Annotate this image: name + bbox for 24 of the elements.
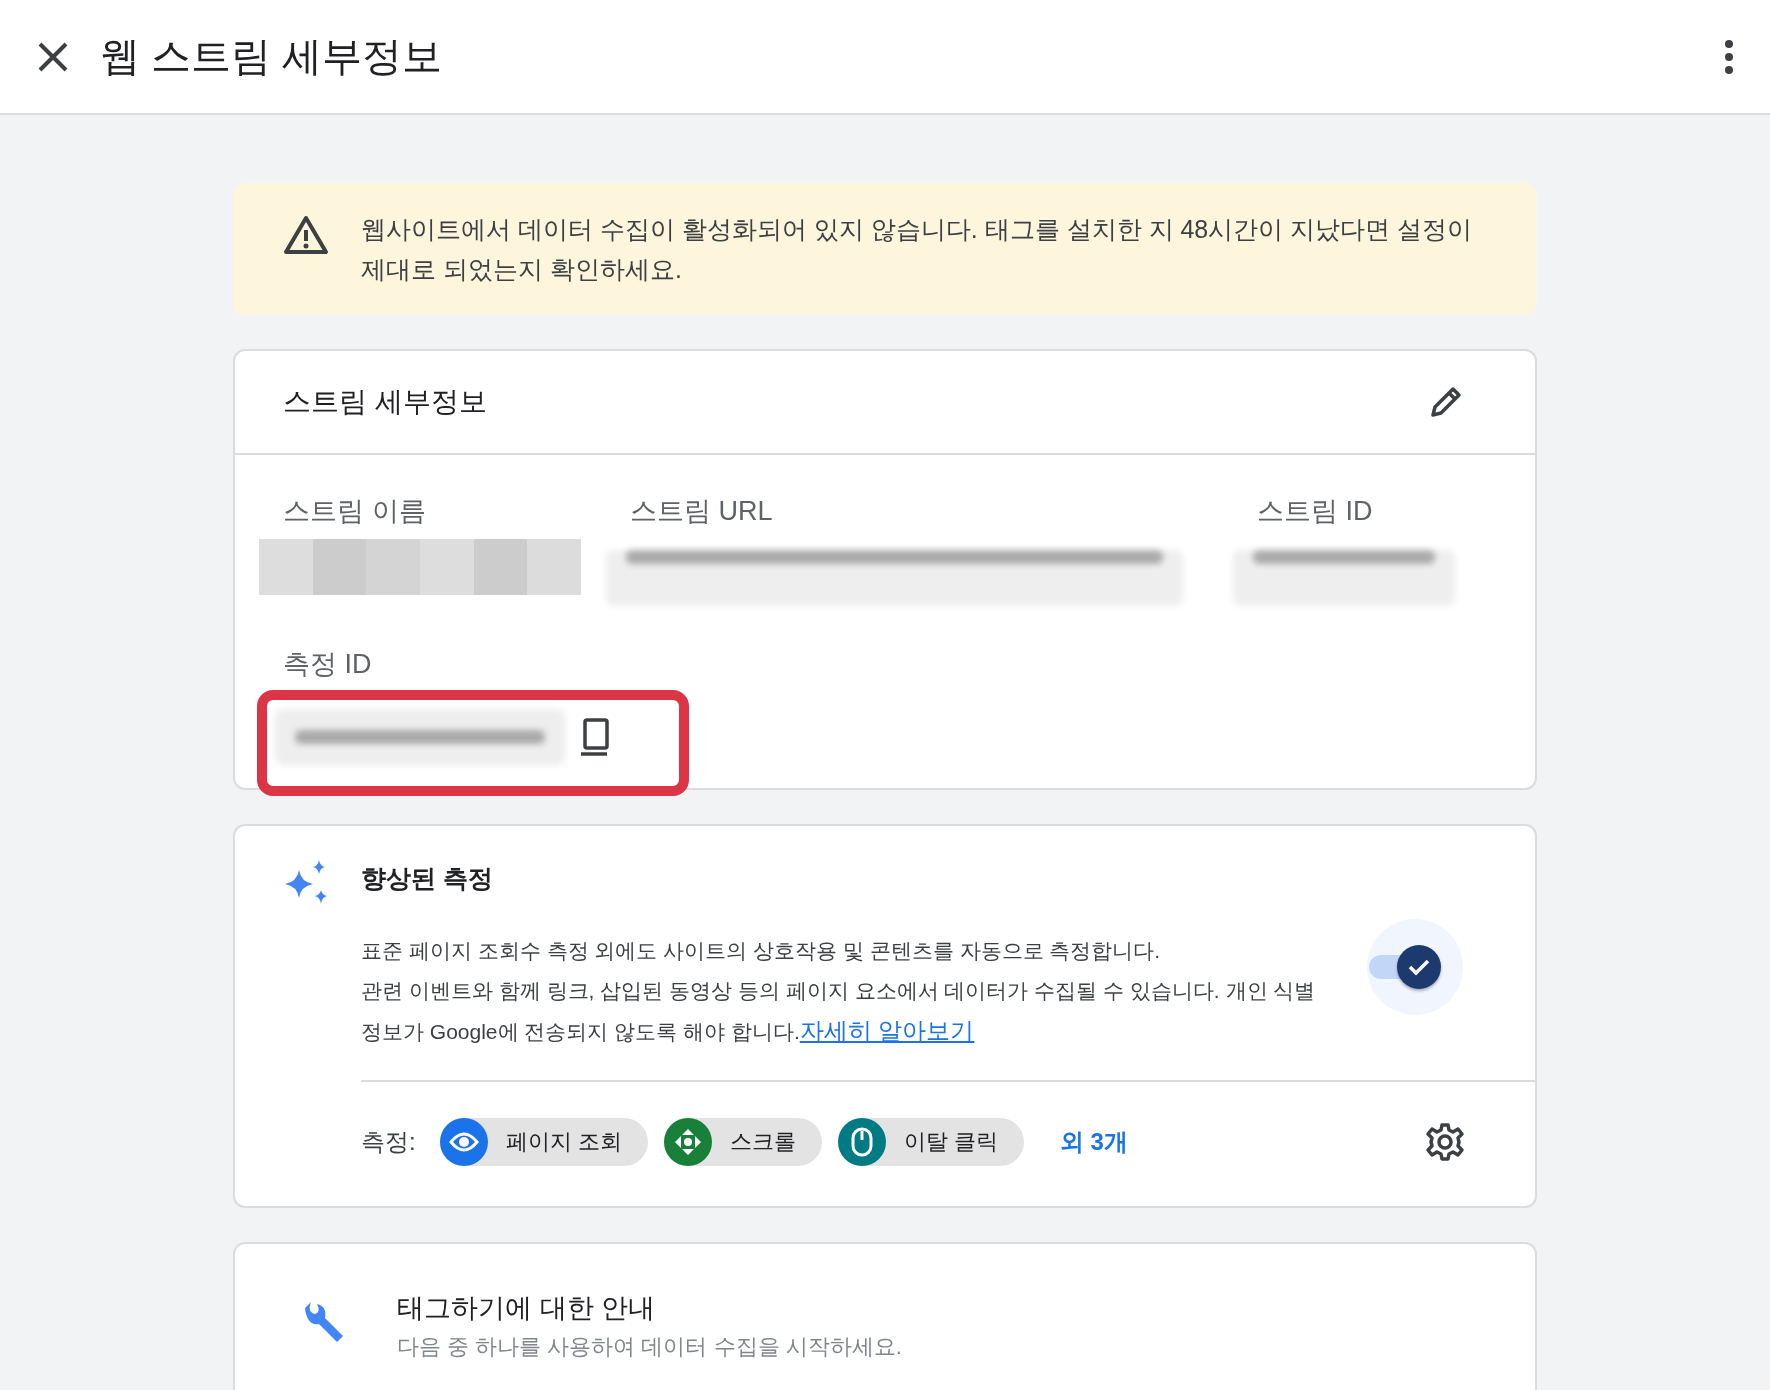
section-title: 태그하기에 대한 안내 — [397, 1292, 656, 1325]
measurements-label: 측정: — [361, 1127, 416, 1157]
learn-more-link[interactable]: 자세히 알아보기 — [799, 1017, 975, 1044]
measurement-chip[interactable]: 이탈 클릭 — [837, 1118, 1024, 1166]
field-label: 스트림 ID — [1256, 495, 1374, 528]
copy-button[interactable] — [579, 717, 611, 757]
section-subtitle: 다음 중 하나를 사용하여 데이터 수집을 시작하세요. — [397, 1333, 902, 1361]
warning-text: 웹사이트에서 데이터 수집이 활성화되어 있지 않습니다. 태그를 설치한 지 48시간이 지났다면 설정이 제대로 되었는지 확인하세요. — [361, 214, 1474, 285]
section-title: 향상된 측정 — [361, 863, 494, 894]
more-menu-button[interactable] — [1724, 39, 1734, 74]
check-icon — [1407, 957, 1431, 977]
measurement-chip[interactable]: 스크롤 — [663, 1118, 822, 1166]
page-title: 웹 스트림 세부정보 — [100, 33, 444, 80]
more-link[interactable]: 외 3개 — [1059, 1126, 1409, 1158]
measurement-chip[interactable]: 페이지 조회 — [439, 1118, 648, 1166]
field-label: 측정 ID — [282, 648, 373, 681]
warning-icon — [283, 215, 329, 255]
field-label: 스트림 이름 — [282, 495, 427, 528]
mouse-icon — [850, 1127, 873, 1157]
field-label: 스트림 URL — [629, 495, 774, 528]
card-title: 스트림 세부정보 — [283, 385, 487, 419]
settings-button[interactable] — [1425, 1122, 1465, 1162]
description-text: 표준 페이지 조회수 측정 외에도 사이트의 상호작용 및 콘텐츠를 자동으로 측정합니다. 관련 이벤트와 함께 링크, 삽입된 동영상 등의 페이지 요소에서 데이터가 수집될 수 있습니다. 개인 식별 정보가 Google에 전송되지 않도록 해야 합니다.자세히 알아보기 — [361, 938, 1317, 1046]
eye-icon — [448, 1132, 479, 1152]
